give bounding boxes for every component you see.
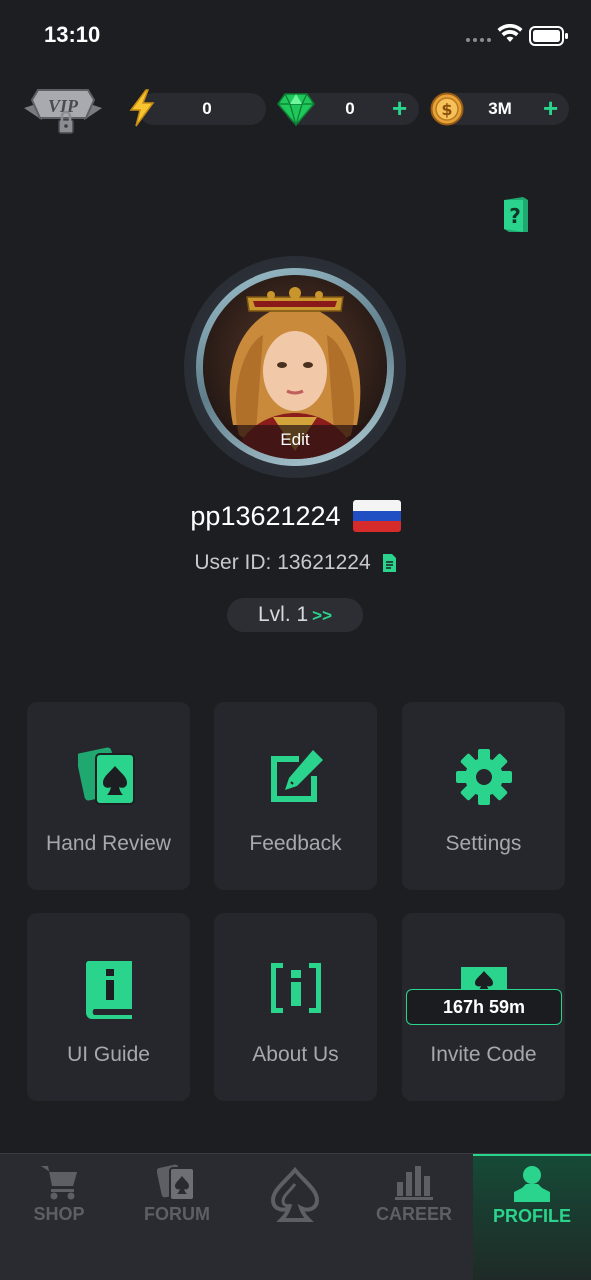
- nav-profile[interactable]: PROFILE: [473, 1154, 591, 1280]
- gear-icon: [455, 749, 512, 805]
- cards-icon: [77, 747, 135, 805]
- wifi-icon: [497, 24, 523, 42]
- status-bar: 13:10: [0, 0, 591, 70]
- add-gems-button[interactable]: +: [392, 94, 407, 122]
- settings-tile[interactable]: Settings: [402, 702, 565, 890]
- forum-cards-icon: [157, 1164, 195, 1201]
- status-time: 13:10: [44, 22, 101, 47]
- level-arrow: >>: [312, 606, 333, 625]
- currency-bar: VIP 0 0 + 3M + $: [0, 84, 591, 134]
- ui-guide-tile[interactable]: UI Guide: [27, 913, 190, 1101]
- nav-career-label: CAREER: [375, 1204, 452, 1224]
- svg-text:$: $: [441, 100, 452, 119]
- feedback-label: Feedback: [249, 832, 342, 855]
- nav-career[interactable]: CAREER: [355, 1154, 473, 1280]
- edit-icon: [270, 750, 323, 802]
- cellular-signal-icon: [466, 38, 491, 42]
- nav-shop-label: SHOP: [33, 1204, 85, 1224]
- user-id: User ID: 13621224: [194, 551, 371, 574]
- feedback-tile[interactable]: Feedback: [214, 702, 377, 890]
- nav-home[interactable]: [236, 1154, 354, 1280]
- settings-label: Settings: [445, 832, 522, 855]
- level-badge[interactable]: Lvl. 1 >>: [227, 598, 363, 632]
- ui-guide-label: UI Guide: [67, 1043, 150, 1066]
- coins-value: 3M: [488, 99, 512, 118]
- info-icon: [270, 963, 321, 1013]
- copy-icon[interactable]: [381, 553, 397, 573]
- bar-chart-icon: [395, 1166, 433, 1200]
- gems-value: 0: [345, 99, 355, 118]
- hand-review-label: Hand Review: [46, 832, 171, 855]
- add-coins-button[interactable]: +: [543, 94, 558, 122]
- nav-forum[interactable]: FORUM: [118, 1154, 236, 1280]
- invite-timer-badge: 167h 59m: [406, 989, 562, 1025]
- level-text: Lvl. 1: [257, 603, 309, 626]
- avatar[interactable]: Edit: [203, 275, 387, 459]
- about-us-tile[interactable]: About Us: [214, 913, 377, 1101]
- russia-flag-icon: [352, 500, 401, 532]
- about-us-label: About Us: [252, 1043, 339, 1066]
- gem-icon: [277, 93, 315, 126]
- username: pp13621224: [190, 500, 341, 531]
- nav-forum-label: FORUM: [144, 1204, 210, 1224]
- username-row: pp13621224: [0, 500, 591, 532]
- vip-badge-icon[interactable]: VIP: [22, 84, 104, 138]
- invite-code-label: Invite Code: [430, 1043, 537, 1066]
- nav-profile-label: PROFILE: [492, 1206, 571, 1226]
- user-id-row: User ID: 13621224: [0, 551, 591, 575]
- hand-review-tile[interactable]: Hand Review: [27, 702, 190, 890]
- svg-text:?: ?: [509, 204, 521, 228]
- help-book-icon[interactable]: ?: [501, 196, 531, 234]
- coin-icon: $: [430, 92, 464, 126]
- person-icon: [514, 1166, 550, 1202]
- spade-logo-icon: [270, 1166, 320, 1222]
- edit-avatar-label[interactable]: Edit: [203, 425, 387, 459]
- invite-code-tile[interactable]: 167h 59m Invite Code: [402, 913, 565, 1101]
- bottom-nav: SHOP FORUM CAREER PROFILE: [0, 1153, 591, 1280]
- battery-icon: [529, 26, 568, 46]
- lightning-icon: [129, 89, 155, 127]
- cart-icon: [41, 1166, 77, 1200]
- guide-book-icon: [85, 961, 132, 1019]
- energy-value: 0: [202, 99, 212, 118]
- nav-shop[interactable]: SHOP: [0, 1154, 118, 1280]
